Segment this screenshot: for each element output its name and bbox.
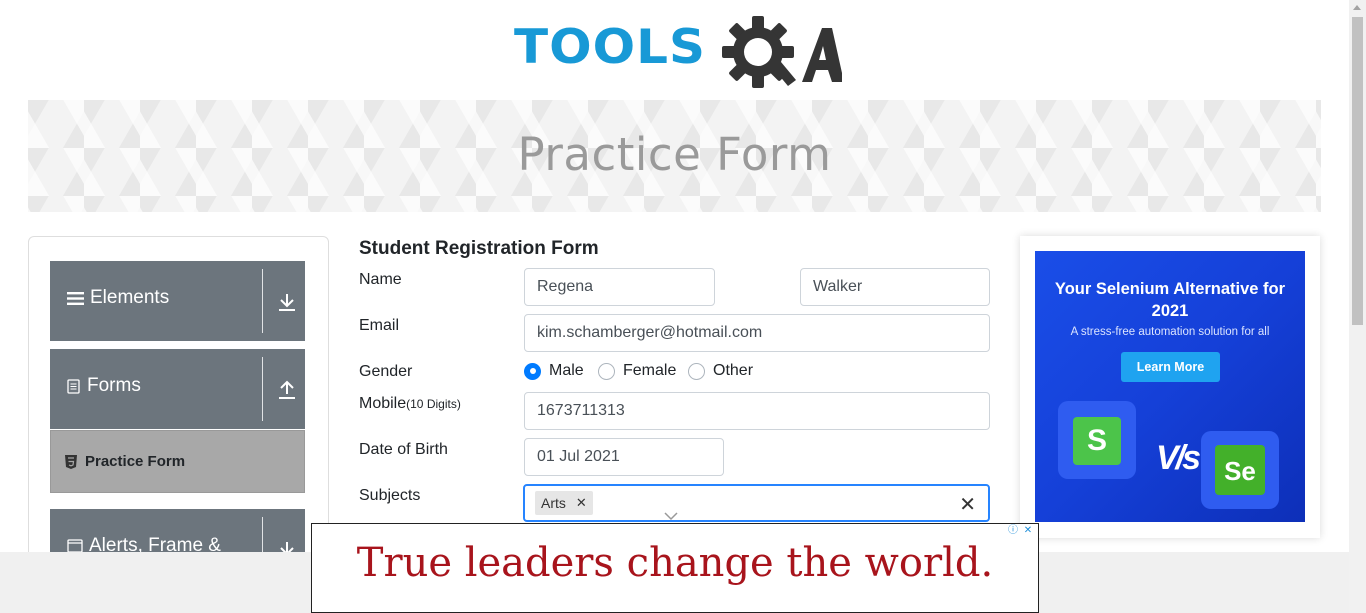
download-arrow-icon[interactable] xyxy=(276,291,298,313)
sidebar-group-label: Elements xyxy=(90,287,170,308)
last-name-input[interactable]: Walker xyxy=(800,268,990,306)
subjects-input[interactable]: Arts ✕ ✕ xyxy=(523,484,990,522)
radio-icon[interactable] xyxy=(688,362,705,380)
sidebar-group-label: Forms xyxy=(87,375,141,396)
ad-subline: A stress-free automation solution for al… xyxy=(1070,326,1270,338)
ad-banner-selenium[interactable]: Your Selenium Alternative for 2021 A str… xyxy=(1035,251,1305,522)
radio-label: Male xyxy=(549,362,584,379)
gender-radio-female[interactable]: Female xyxy=(598,362,676,380)
chevron-down-icon[interactable] xyxy=(663,511,679,521)
divider xyxy=(262,269,263,333)
toolsqa-logo[interactable]: TOOLS xyxy=(514,16,842,92)
gender-label: Gender xyxy=(359,363,413,380)
page-banner: Practice Form xyxy=(28,100,1321,212)
radio-label: Other xyxy=(713,362,754,379)
logo-gear-q-icon xyxy=(722,16,842,88)
mobile-input[interactable]: 1673711313 xyxy=(524,392,990,430)
adchoices[interactable]: ⓘ ✕ xyxy=(1007,525,1034,537)
bottom-ad-text: True leaders change the world. xyxy=(356,540,994,586)
sidebar-item-practice-form[interactable]: Practice Form xyxy=(50,430,305,493)
scrollbar-thumb[interactable] xyxy=(1352,17,1363,325)
bottom-ad-banner[interactable]: True leaders change the world. ⓘ ✕ xyxy=(311,523,1039,613)
gender-radio-other[interactable]: Other xyxy=(688,362,753,380)
radio-label: Female xyxy=(623,362,677,379)
page-title: Practice Form xyxy=(517,128,832,181)
name-label: Name xyxy=(359,271,402,288)
upload-arrow-icon[interactable] xyxy=(276,379,298,401)
scrollbar[interactable] xyxy=(1349,0,1366,613)
date-of-birth-input[interactable]: 01 Jul 2021 xyxy=(524,438,724,476)
scroll-up-icon[interactable] xyxy=(1353,5,1361,10)
form-title: Student Registration Form xyxy=(359,238,599,259)
close-icon[interactable]: ✕ xyxy=(1022,525,1034,537)
sidebar-group-forms[interactable]: Forms xyxy=(50,349,305,429)
sidebar: Elements Forms Practice Form Alerts, Fra… xyxy=(28,236,329,566)
ad-versus: V/s xyxy=(1156,439,1201,477)
sidebar-group-elements[interactable]: Elements xyxy=(50,261,305,341)
subject-chip-label: Arts xyxy=(541,495,566,511)
window-icon xyxy=(67,539,83,553)
learn-more-button[interactable]: Learn More xyxy=(1121,352,1220,382)
document-icon xyxy=(67,378,80,394)
ad-headline: Your Selenium Alternative for 2021 xyxy=(1054,280,1286,320)
subject-chip: Arts ✕ xyxy=(535,491,593,515)
radio-icon[interactable] xyxy=(598,362,615,380)
list-icon xyxy=(67,291,84,305)
dob-label: Date of Birth xyxy=(359,441,448,458)
gender-radio-male[interactable]: Male xyxy=(524,362,584,380)
remove-chip-icon[interactable]: ✕ xyxy=(576,495,587,511)
first-name-input[interactable]: Regena xyxy=(524,268,715,306)
subjects-label: Subjects xyxy=(359,487,421,504)
radio-selected-icon[interactable] xyxy=(524,362,541,380)
ad-logo-right: Se xyxy=(1215,445,1265,495)
html5-icon xyxy=(65,454,77,469)
email-input[interactable]: kim.schamberger@hotmail.com xyxy=(524,314,990,352)
ad-logo-left: S xyxy=(1073,417,1121,465)
divider xyxy=(262,357,263,421)
clear-icon[interactable]: ✕ xyxy=(959,492,976,517)
email-label: Email xyxy=(359,317,400,334)
mobile-label: Mobile(10 Digits) xyxy=(359,395,461,412)
mobile-hint: (10 Digits) xyxy=(406,397,461,411)
sidebar-item-label: Practice Form xyxy=(85,453,186,470)
info-icon[interactable]: ⓘ xyxy=(1007,525,1019,537)
logo-tools-text: TOOLS xyxy=(514,19,706,75)
